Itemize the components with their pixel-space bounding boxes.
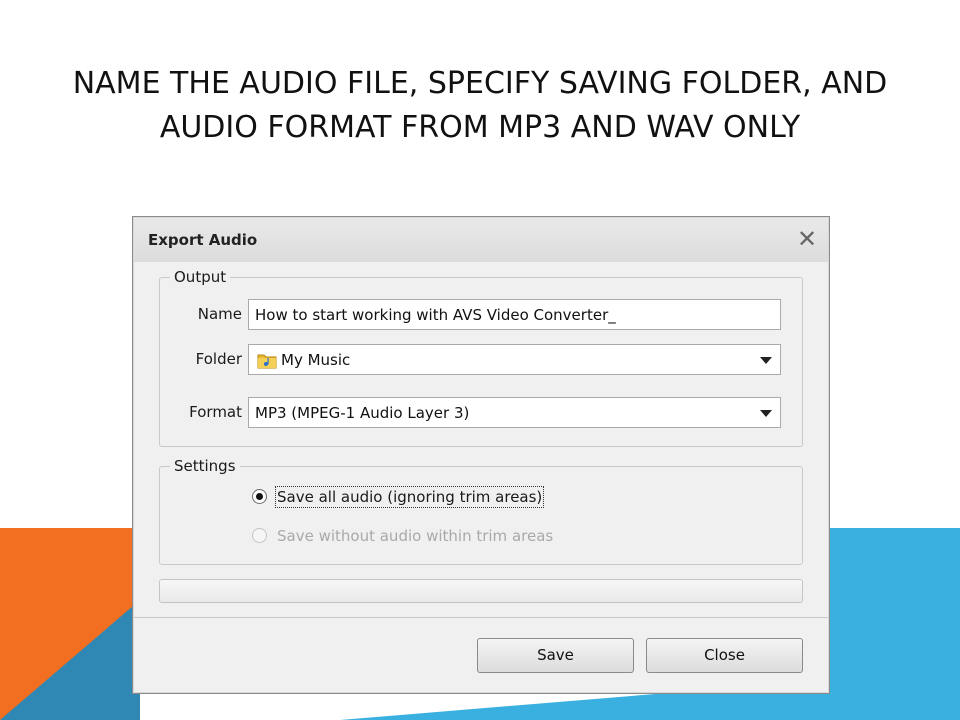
dialog-titlebar[interactable]: Export Audio ✕: [134, 218, 828, 262]
radio-label[interactable]: Save all audio (ignoring trim areas): [274, 486, 545, 508]
save-button[interactable]: Save: [477, 638, 634, 673]
chevron-down-icon[interactable]: [760, 410, 772, 417]
folder-value: My Music: [281, 351, 351, 369]
format-label: Format: [189, 403, 242, 421]
name-label: Name: [197, 305, 242, 323]
close-icon[interactable]: ✕: [794, 226, 820, 252]
chevron-down-icon[interactable]: [760, 357, 772, 364]
export-audio-dialog: Export Audio ✕ Output Name Folder My Mus…: [132, 216, 830, 694]
format-value: MP3 (MPEG-1 Audio Layer 3): [255, 404, 470, 422]
dialog-title: Export Audio: [148, 231, 258, 249]
radio-label: Save without audio within trim areas: [277, 527, 554, 545]
settings-group: Settings Save all audio (ignoring trim a…: [159, 457, 803, 565]
format-select[interactable]: MP3 (MPEG-1 Audio Layer 3): [248, 397, 781, 428]
export-progress-bar: [159, 579, 803, 603]
output-group: Output Name Folder My Music Format MP3 (…: [159, 268, 803, 447]
name-field[interactable]: [248, 299, 781, 330]
footer-divider: [134, 617, 828, 618]
output-legend: Output: [170, 268, 231, 286]
folder-select[interactable]: My Music: [248, 344, 781, 375]
folder-label: Folder: [195, 350, 242, 368]
slide-title: NAME THE AUDIO FILE, SPECIFY SAVING FOLD…: [72, 66, 888, 145]
radio-button[interactable]: [252, 489, 267, 504]
name-input[interactable]: [249, 300, 780, 329]
music-folder-icon: [257, 354, 277, 369]
close-button[interactable]: Close: [646, 638, 803, 673]
settings-legend: Settings: [170, 457, 240, 475]
radio-button: [252, 528, 267, 543]
